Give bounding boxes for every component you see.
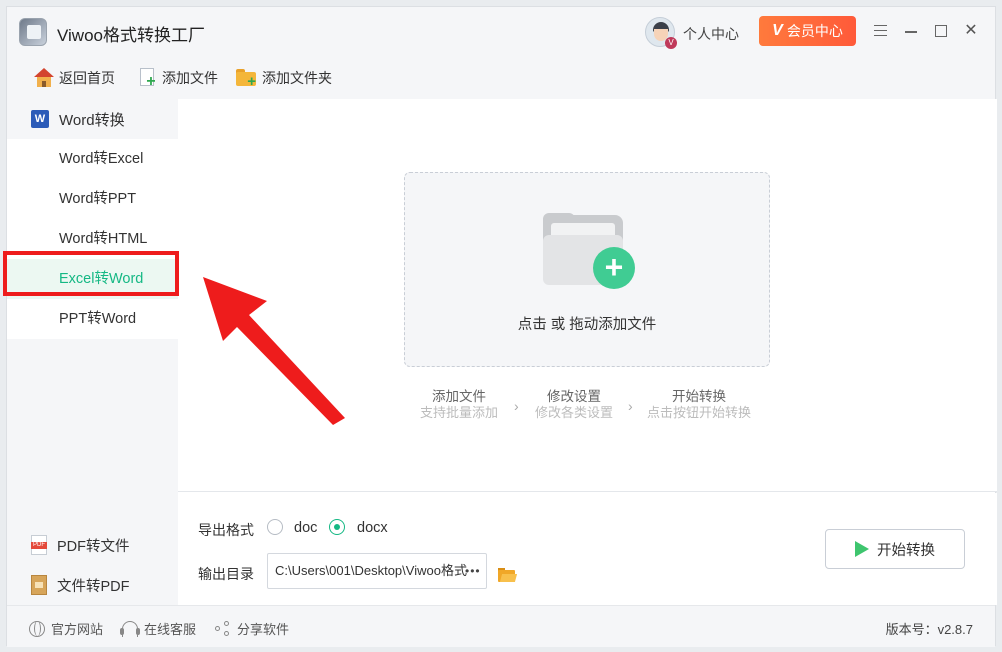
sidebar-group-word[interactable]: W Word转换 — [7, 99, 178, 139]
menu-icon[interactable] — [871, 21, 891, 41]
start-convert-button[interactable]: 开始转换 — [825, 529, 965, 569]
home-label: 返回首页 — [59, 70, 115, 86]
step-1: 添加文件 支持批量添加 — [404, 389, 514, 421]
path-more-button[interactable]: ••• — [465, 564, 481, 578]
pdf-icon — [31, 535, 47, 555]
add-folder-button[interactable]: + 添加文件夹 — [236, 67, 332, 89]
sidebar-item-pdf-to-file[interactable]: PDF转文件 — [7, 525, 178, 565]
share-icon — [215, 620, 231, 637]
sidebar: W Word转换 Word转Excel Word转PPT Word转HTML E… — [7, 99, 178, 605]
sidebar-item-word-to-ppt[interactable]: Word转PPT — [7, 179, 178, 219]
toolbar: 返回首页 + 添加文件 + 添加文件夹 — [7, 59, 995, 99]
dropzone-text: 点击 或 拖动添加文件 — [517, 317, 657, 333]
add-file-icon: + — [138, 68, 158, 90]
sidebar-submenu: Word转Excel Word转PPT Word转HTML Excel转Word… — [7, 139, 178, 339]
format-radio-doc[interactable] — [267, 519, 283, 535]
add-circle-icon: + — [593, 247, 635, 289]
step-title: 开始转换 — [672, 389, 726, 404]
export-format-label: 导出格式 — [198, 522, 254, 538]
title-bar: Viwoo格式转换工厂 V 个人中心 V 会员中心 ✕ — [7, 7, 995, 59]
sidebar-item-label: PDF转文件 — [57, 538, 130, 555]
step-2: 修改设置 修改各类设置 — [519, 389, 629, 421]
format-radio-docx[interactable] — [329, 519, 345, 535]
vip-center-label: 会员中心 — [786, 23, 843, 39]
steps-guide: 添加文件 支持批量添加 › 修改设置 修改各类设置 › 开始转换 点击按钮开始转… — [404, 389, 770, 429]
vip-v-icon: V — [772, 22, 783, 39]
share-link[interactable]: 分享软件 — [215, 619, 289, 638]
share-label: 分享软件 — [237, 622, 290, 637]
status-bar: 官方网站 在线客服 分享软件 版本号：v2.8.7 — [7, 605, 995, 647]
add-folder-label: 添加文件夹 — [262, 70, 332, 86]
output-dir-label: 输出目录 — [198, 566, 254, 582]
chevron-right-icon: › — [514, 398, 519, 414]
format-option-docx[interactable]: docx — [357, 520, 388, 536]
website-link[interactable]: 官方网站 — [29, 619, 103, 638]
play-icon — [855, 541, 869, 557]
home-button[interactable]: 返回首页 — [33, 67, 115, 89]
word-icon: W — [31, 110, 49, 128]
folder-open-icon[interactable] — [498, 568, 518, 582]
close-icon[interactable]: ✕ — [961, 21, 981, 41]
version-label: 版本号：v2.8.7 — [885, 622, 973, 637]
step-subtitle: 修改各类设置 — [534, 405, 613, 420]
red-arrow-icon — [203, 277, 345, 425]
user-verified-badge: V — [665, 37, 677, 49]
file-pdf-icon — [31, 575, 47, 595]
step-3: 开始转换 点击按钮开始转换 — [624, 389, 774, 421]
settings-panel: 导出格式 doc docx 输出目录 C:\Users\001\Desktop\… — [178, 493, 997, 605]
vip-center-button[interactable]: V 会员中心 — [759, 16, 856, 46]
headset-icon — [120, 620, 140, 637]
user-center-link[interactable]: 个人中心 — [683, 24, 739, 44]
app-logo-icon — [19, 18, 47, 46]
support-label: 在线客服 — [144, 622, 197, 637]
highlight-box — [3, 251, 179, 296]
home-icon — [33, 68, 55, 88]
step-title: 修改设置 — [547, 389, 601, 404]
sidebar-item-file-to-pdf[interactable]: 文件转PDF — [7, 565, 178, 605]
step-subtitle: 支持批量添加 — [419, 405, 498, 420]
maximize-icon[interactable] — [931, 21, 951, 41]
app-title: Viwoo格式转换工厂 — [57, 26, 205, 45]
sidebar-item-word-to-excel[interactable]: Word转Excel — [7, 139, 178, 179]
support-link[interactable]: 在线客服 — [120, 619, 197, 638]
step-title: 添加文件 — [432, 389, 486, 404]
app-window: Viwoo格式转换工厂 V 个人中心 V 会员中心 ✕ 返回首页 + 添加文件 … — [6, 6, 997, 647]
sidebar-item-label: 文件转PDF — [57, 578, 130, 595]
globe-icon — [29, 620, 45, 637]
add-file-label: 添加文件 — [162, 70, 218, 86]
sidebar-group-label: Word转换 — [59, 111, 125, 129]
start-convert-label: 开始转换 — [877, 542, 935, 559]
sidebar-item-ppt-to-word[interactable]: PPT转Word — [7, 299, 178, 339]
add-file-button[interactable]: + 添加文件 — [138, 67, 218, 90]
file-dropzone[interactable]: + 点击 或 拖动添加文件 — [404, 172, 770, 367]
format-option-doc[interactable]: doc — [294, 520, 317, 536]
add-folder-icon: + — [236, 68, 258, 89]
minimize-icon[interactable] — [901, 21, 921, 41]
output-path-field[interactable]: C:\Users\001\Desktop\Viwoo格式 — [267, 553, 487, 589]
step-subtitle: 点击按钮开始转换 — [646, 405, 751, 420]
website-label: 官方网站 — [51, 622, 104, 637]
